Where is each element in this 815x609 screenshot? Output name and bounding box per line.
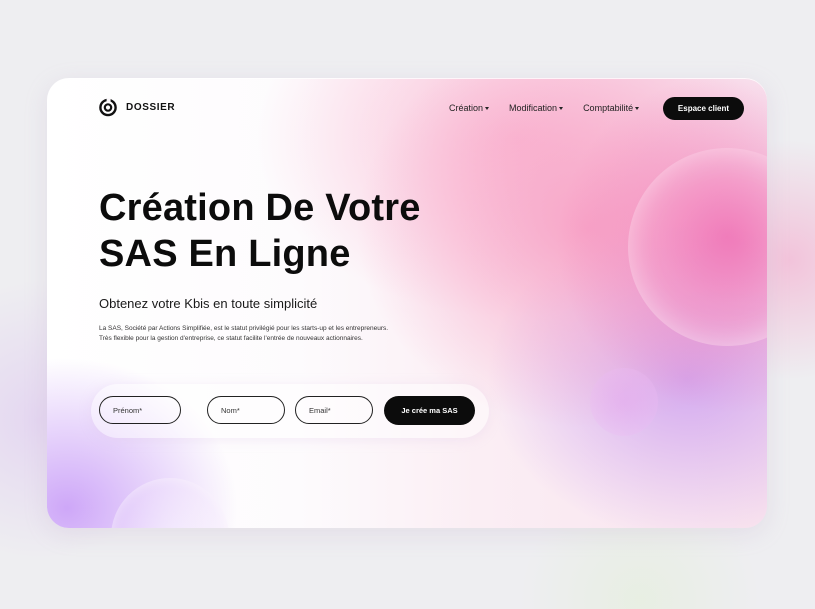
brand-logo[interactable]: DOSSIER [98, 97, 175, 117]
hero-title-line-2: SAS En Ligne [99, 233, 351, 275]
hero-card: DOSSIER Création Modification Comptabili… [47, 78, 767, 528]
client-area-button[interactable]: Espace client [663, 97, 744, 120]
caret-down-icon [485, 106, 490, 110]
decorative-orb-bottom [111, 478, 229, 528]
brand-name: DOSSIER [126, 101, 176, 113]
main-nav: Création Modification Comptabilité [449, 103, 659, 113]
ring-logo-icon [99, 98, 117, 117]
nav-item-modification[interactable]: Modification [509, 103, 564, 113]
hero-description: La SAS, Société par Actions Simplifiée, … [99, 324, 459, 344]
decorative-orb-small [590, 368, 658, 436]
last-name-input[interactable] [207, 396, 285, 424]
nav-item-creation[interactable]: Création [449, 103, 490, 113]
create-sas-button[interactable]: Je crée ma SAS [384, 396, 475, 425]
first-name-input[interactable] [99, 396, 181, 424]
hero-subtitle: Obtenez votre Kbis en toute simplicité [99, 296, 318, 311]
hero-description-line-1: La SAS, Société par Actions Simplifiée, … [99, 325, 389, 332]
nav-item-comptabilite[interactable]: Comptabilité [583, 103, 640, 113]
nav-item-label: Création [449, 103, 484, 113]
caret-down-icon [559, 106, 564, 110]
hero-description-line-2: Très flexible pour la gestion d'entrepri… [99, 335, 363, 342]
hero-title: Création De Votre SAS En Ligne [99, 185, 421, 277]
caret-down-icon [635, 106, 640, 110]
nav-item-label: Modification [509, 103, 558, 113]
nav-item-label: Comptabilité [583, 103, 634, 113]
decorative-orb-large [628, 148, 767, 346]
hero-title-line-1: Création De Votre [99, 187, 421, 229]
email-input[interactable] [295, 396, 373, 424]
signup-form: Je crée ma SAS [91, 384, 489, 438]
